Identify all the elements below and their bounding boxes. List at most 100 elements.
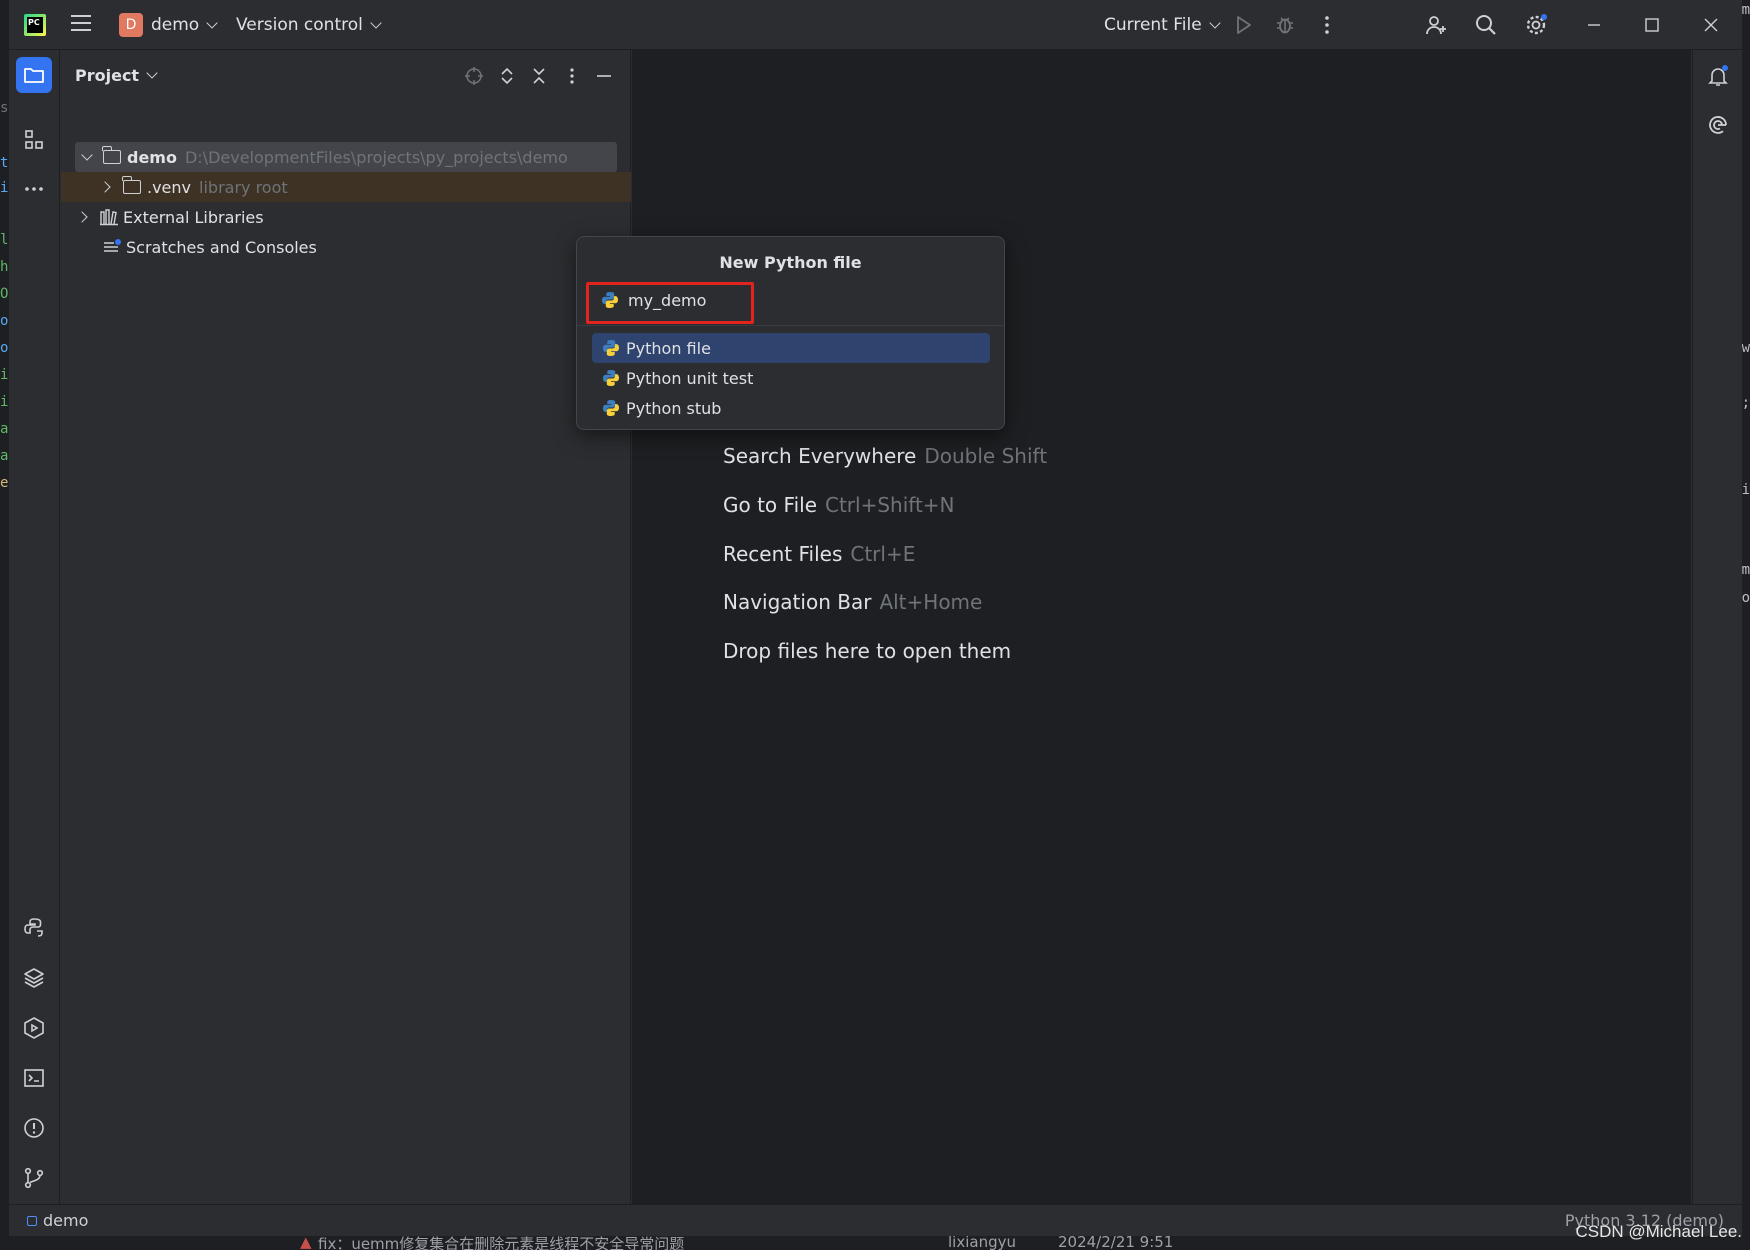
background-commit-message: fix：uemm修复集合在删除元素是线程不安全导常问题: [318, 1236, 685, 1250]
left-tool-strip: [9, 50, 60, 1204]
project-panel: Project demo D:\DevelopmentFiles\project…: [61, 50, 631, 1204]
settings-gear-icon[interactable]: [1524, 13, 1548, 37]
ai-assistant-icon[interactable]: [1706, 113, 1730, 137]
expanded-chevron-icon: [81, 148, 93, 161]
library-icon: [100, 209, 118, 226]
new-python-file-dialog: New Python file Python file Python unit …: [576, 236, 1005, 430]
hide-panel-icon[interactable]: [594, 66, 614, 86]
run-configuration-label: Current File: [1104, 15, 1202, 35]
tree-item-external-libraries[interactable]: External Libraries: [61, 202, 631, 232]
background-window-left-edge: s ti ic ly h Or o o ic ic a al e: [0, 0, 9, 1250]
option-label: Python unit test: [626, 368, 754, 388]
hint-go-to-file: Go to File Ctrl+Shift+N: [723, 493, 955, 517]
background-commit-time: 2024/2/21 9:51: [1058, 1236, 1174, 1250]
status-bar: demo Python 3.12 (demo): [9, 1204, 1742, 1236]
maximize-icon[interactable]: [1640, 13, 1664, 37]
scratches-icon: [104, 239, 121, 252]
structure-tool-button[interactable]: [16, 122, 52, 158]
option-python-stub[interactable]: Python stub: [592, 393, 990, 423]
notifications-bell-icon[interactable]: [1706, 64, 1730, 88]
hint-navigation-bar: Navigation Bar Alt+Home: [723, 590, 983, 614]
project-switcher[interactable]: D demo: [119, 11, 218, 39]
background-window-bottom-edge: ▲ fix：uemm修复集合在删除元素是线程不安全导常问题 lixiangyu …: [0, 1236, 1750, 1250]
python-file-icon: [603, 340, 619, 356]
terminal-tool-button[interactable]: [16, 1060, 52, 1096]
services-tool-button[interactable]: [16, 1010, 52, 1046]
collapsed-chevron-icon: [76, 211, 88, 223]
run-icon[interactable]: [1231, 13, 1255, 37]
version-control-label: Version control: [236, 15, 363, 35]
dialog-separator: [577, 325, 1004, 326]
hint-search-everywhere: Search Everywhere Double Shift: [723, 444, 1048, 468]
layers-icon: [24, 968, 44, 988]
background-window-right-edge: m w ; i m o: [1742, 0, 1750, 1250]
expand-all-icon[interactable]: [497, 66, 517, 86]
services-run-icon: [24, 1017, 44, 1039]
python-console-icon: [24, 918, 43, 937]
collapse-all-icon[interactable]: [529, 66, 549, 86]
structure-icon: [25, 130, 43, 149]
project-view-selector[interactable]: Project: [75, 66, 158, 85]
tree-item-label: External Libraries: [123, 207, 264, 227]
folder-icon: [102, 146, 121, 164]
tree-item-demo[interactable]: demo D:\DevelopmentFiles\projects\py_pro…: [75, 142, 617, 172]
folder-icon: [122, 176, 141, 194]
tree-item-scratches[interactable]: Scratches and Consoles: [61, 232, 631, 262]
git-tool-button[interactable]: [16, 1160, 52, 1196]
git-branch-icon: [24, 1167, 44, 1189]
problems-tool-button[interactable]: [16, 1110, 52, 1146]
main-menu-icon[interactable]: [71, 15, 91, 33]
project-panel-header: Project: [61, 50, 631, 102]
chevron-down-icon: [146, 67, 158, 79]
background-commit-author: lixiangyu: [948, 1236, 1016, 1250]
debug-icon[interactable]: [1273, 13, 1297, 37]
layers-tool-button[interactable]: [16, 960, 52, 996]
tree-item-label: demo: [127, 147, 177, 167]
version-control-menu[interactable]: Version control: [236, 15, 382, 35]
python-file-icon: [603, 400, 619, 416]
more-tools-button[interactable]: [16, 171, 52, 207]
title-bar: PC D demo Version control Current File: [9, 0, 1742, 50]
panel-options-icon[interactable]: [562, 66, 582, 86]
tree-item-path: D:\DevelopmentFiles\projects\py_projects…: [184, 147, 568, 167]
option-python-file[interactable]: Python file: [592, 333, 990, 363]
run-configuration-selector[interactable]: Current File: [1104, 15, 1221, 35]
editor-empty-state: Search Everywhere Double Shift Go to File…: [632, 50, 1691, 1204]
collapsed-chevron-icon: [99, 181, 111, 193]
dialog-title: New Python file: [719, 253, 862, 272]
close-icon[interactable]: [1699, 13, 1723, 37]
python-file-icon: [603, 370, 619, 386]
more-horizontal-icon: [25, 187, 43, 191]
python-packages-tool-button[interactable]: [16, 910, 52, 946]
search-icon[interactable]: [1474, 13, 1498, 37]
warning-circle-icon: [24, 1118, 44, 1138]
project-badge: D: [119, 13, 143, 37]
project-tool-button[interactable]: [16, 57, 52, 93]
option-label: Python file: [626, 338, 711, 358]
watermark: CSDN @Michael Lee.: [1575, 1222, 1742, 1241]
breadcrumb-label: demo: [43, 1211, 89, 1230]
hint-drop-files: Drop files here to open them: [723, 639, 1012, 663]
tree-item-label: Scratches and Consoles: [126, 237, 317, 257]
python-file-icon: [602, 292, 618, 308]
locate-file-icon[interactable]: [464, 66, 484, 86]
chevron-down-icon: [1209, 16, 1221, 29]
status-breadcrumb[interactable]: demo: [27, 1211, 88, 1230]
add-user-icon[interactable]: [1424, 13, 1448, 37]
more-vertical-icon[interactable]: [1315, 13, 1339, 37]
module-icon: [27, 1215, 37, 1226]
pycharm-logo-icon: PC: [24, 14, 46, 36]
file-name-field[interactable]: [585, 282, 993, 318]
hint-recent-files: Recent Files Ctrl+E: [723, 542, 916, 566]
minimize-icon[interactable]: [1582, 13, 1606, 37]
right-tool-strip: [1692, 50, 1742, 1204]
ide-window: s ti ic ly h Or o o ic ic a al e m w ; i…: [0, 0, 1750, 1250]
tree-item-hint: library root: [199, 177, 288, 197]
folder-icon: [24, 68, 44, 83]
option-python-unit-test[interactable]: Python unit test: [592, 363, 990, 393]
file-name-input[interactable]: [628, 290, 928, 310]
tree-item-venv[interactable]: .venv library root: [61, 172, 631, 202]
terminal-icon: [24, 1069, 44, 1087]
option-label: Python stub: [626, 398, 722, 418]
chevron-down-icon: [370, 16, 382, 29]
